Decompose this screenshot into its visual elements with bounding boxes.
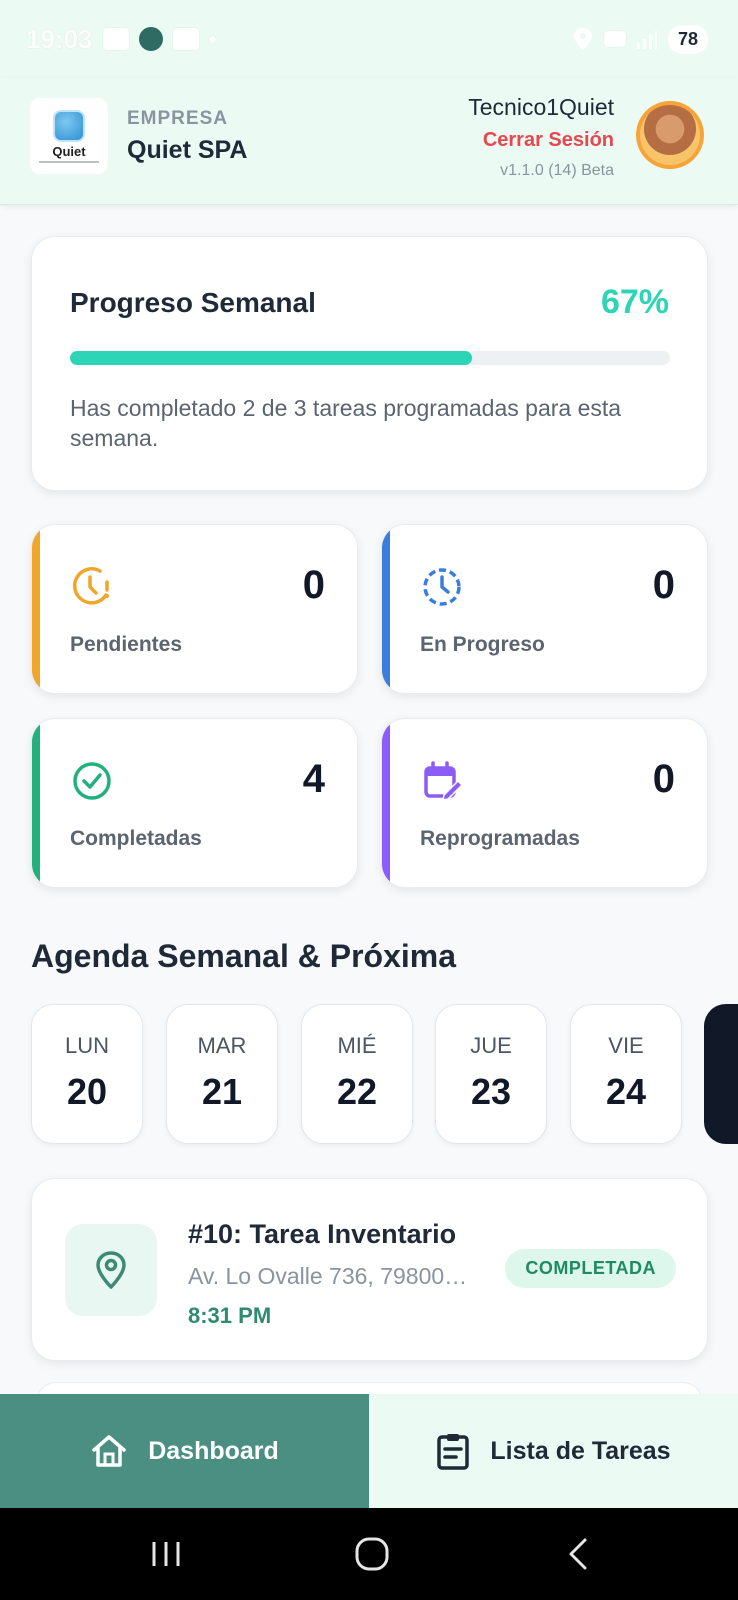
location-icon	[573, 28, 592, 50]
app-header: Quiet EMPRESA Quiet SPA Tecnico1Quiet Ce…	[0, 78, 738, 205]
progress-bar	[70, 351, 670, 365]
agenda-day-fri[interactable]: VIE 24	[570, 1004, 682, 1144]
tab-task-list[interactable]: Lista de Tareas	[369, 1394, 738, 1508]
tab-task-list-label: Lista de Tareas	[490, 1436, 671, 1465]
logo-text: Quiet	[52, 143, 86, 159]
status-bar: 19:03 78	[0, 0, 738, 78]
more-notifications-icon	[208, 35, 216, 43]
day-name: MIÉ	[337, 1033, 377, 1058]
bottom-navigation: Dashboard Lista de Tareas	[0, 1394, 738, 1508]
recent-apps-button[interactable]	[142, 1530, 190, 1578]
day-number: 22	[336, 1071, 378, 1112]
stat-card-in-progress[interactable]: 0 En Progreso	[381, 524, 708, 694]
tab-dashboard[interactable]: Dashboard	[0, 1394, 369, 1508]
home-button[interactable]	[348, 1530, 396, 1578]
location-pin-icon	[96, 1251, 126, 1289]
system-navigation-bar	[0, 1508, 738, 1600]
day-name: LUN	[64, 1033, 109, 1058]
stat-value: 0	[652, 563, 675, 607]
agenda-title: Agenda Semanal & Próxima	[31, 938, 457, 974]
home-circle-icon	[355, 1537, 389, 1571]
stat-value: 4	[302, 757, 325, 801]
clock-progress-icon	[423, 568, 461, 606]
stat-card-pending[interactable]: 0 Pendientes	[31, 524, 358, 694]
stat-value: 0	[652, 757, 675, 801]
stat-accent-bar	[32, 719, 40, 887]
agenda-day-thu[interactable]: JUE 23	[435, 1004, 547, 1144]
task-address: Av. Lo Ovalle 736, 79800…	[188, 1263, 468, 1289]
clipboard-icon	[437, 1434, 470, 1470]
stat-value: 0	[302, 563, 325, 607]
calendar-edit-icon	[424, 761, 464, 801]
day-number: 20	[66, 1071, 108, 1112]
tab-dashboard-label: Dashboard	[148, 1436, 279, 1465]
agenda-day-wed[interactable]: MIÉ 22	[301, 1004, 413, 1144]
recent-apps-icon	[152, 1542, 180, 1566]
progress-title: Progreso Semanal	[70, 287, 316, 318]
progress-percent: 67%	[600, 283, 669, 321]
status-left: 19:03	[26, 24, 216, 55]
avatar[interactable]	[636, 101, 704, 169]
day-number: 21	[201, 1071, 243, 1112]
back-arrow-icon	[569, 1538, 587, 1570]
progress-description: Has completado 2 de 3 tareas programadas…	[70, 395, 622, 451]
stat-accent-bar	[382, 719, 390, 887]
globe-icon	[53, 109, 85, 142]
status-right: 78	[572, 24, 708, 54]
agenda-day-tue[interactable]: MAR 21	[166, 1004, 278, 1144]
task-card[interactable]: #10: Tarea Inventario Av. Lo Ovalle 736,…	[31, 1178, 708, 1361]
signal-icon	[636, 31, 657, 49]
task-time: 8:31 PM	[188, 1303, 272, 1328]
logo-tagline-line	[39, 160, 99, 163]
stat-card-completed[interactable]: 4 Completadas	[31, 718, 358, 888]
day-name: MAR	[197, 1033, 247, 1058]
agenda-day-mon[interactable]: LUN 20	[31, 1004, 143, 1144]
progress-bar-fill	[70, 351, 472, 365]
clock-alert-icon	[72, 567, 109, 605]
stat-accent-bar	[382, 525, 390, 693]
user-name: Tecnico1Quiet	[468, 94, 614, 120]
task-title: #10: Tarea Inventario	[188, 1219, 457, 1249]
status-badge: COMPLETADA	[505, 1249, 676, 1288]
company-logo: Quiet	[30, 98, 108, 174]
stat-accent-bar	[32, 525, 40, 693]
stat-label: En Progreso	[420, 633, 545, 656]
back-button[interactable]	[554, 1530, 602, 1578]
app-version: v1.1.0 (14) Beta	[500, 162, 614, 179]
weekly-progress-card: Progreso Semanal 67% Has completado 2 de…	[31, 236, 708, 491]
day-name: JUE	[470, 1033, 512, 1058]
home-icon	[92, 1435, 126, 1467]
day-number: 24	[605, 1071, 647, 1112]
app-notification-icon	[138, 27, 163, 51]
stat-card-rescheduled[interactable]: 0 Reprogramadas	[381, 718, 708, 888]
notification-icons	[102, 27, 216, 51]
agenda-day-selected-partial[interactable]	[704, 1004, 738, 1144]
battery-indicator: 78	[667, 24, 708, 54]
stat-label: Pendientes	[70, 633, 183, 656]
company-name: Quiet SPA	[127, 136, 248, 164]
status-time: 19:03	[26, 23, 93, 54]
wifi-icon	[603, 31, 626, 47]
task-icon-container	[65, 1224, 157, 1316]
message-icon	[102, 28, 129, 50]
avatar-image	[640, 105, 700, 165]
cast-icon	[172, 28, 199, 50]
stat-label: Completadas	[70, 827, 202, 850]
stat-label: Reprogramadas	[420, 827, 580, 850]
company-label: EMPRESA	[127, 108, 228, 129]
check-circle-icon	[73, 762, 111, 800]
logout-link[interactable]: Cerrar Sesión	[483, 129, 614, 152]
day-name: VIE	[608, 1033, 644, 1058]
day-number: 23	[470, 1071, 512, 1112]
